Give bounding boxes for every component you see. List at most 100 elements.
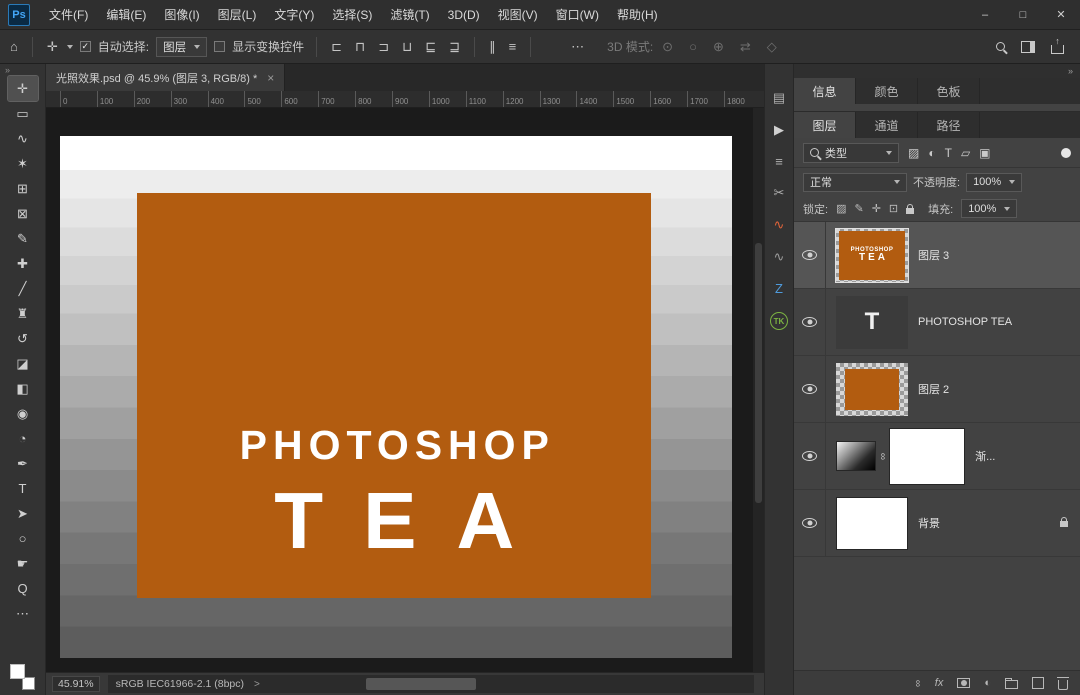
close-button[interactable]: ✕ [1042, 0, 1080, 29]
type-tool[interactable]: T [8, 476, 38, 501]
fill-dropdown[interactable]: 100% [961, 199, 1018, 218]
actions-panel-icon[interactable]: ▶ [774, 122, 784, 138]
layer-row-layer-3[interactable]: PHOTOSHOP TEA 图层 3 [794, 222, 1080, 289]
distribute-horizontal-icon[interactable]: ∥ [487, 39, 498, 55]
maximize-button[interactable]: □ [1004, 0, 1042, 29]
shape-tool[interactable]: ○ [8, 526, 38, 551]
document-canvas[interactable]: PHOTOSHOP TEA [60, 136, 732, 658]
menu-item[interactable]: 图层(L) [209, 0, 266, 29]
chevron-down-icon[interactable] [66, 44, 73, 49]
lock-image-icon[interactable]: ✎ [854, 202, 863, 215]
workspace-switcher-icon[interactable] [1021, 40, 1035, 53]
layer-visibility-toggle[interactable] [794, 289, 826, 355]
share-icon[interactable] [1051, 44, 1064, 54]
tab-swatches[interactable]: 色板 [918, 78, 980, 104]
gradient-tool[interactable]: ◧ [8, 376, 38, 401]
new-adjustment-layer-icon[interactable]: ◐ [984, 677, 991, 689]
auto-select-checkbox[interactable] [79, 41, 91, 52]
align-left-icon[interactable]: ⊏ [329, 39, 344, 55]
menu-item[interactable]: 文字(Y) [265, 0, 323, 29]
path-selection-tool[interactable]: ➤ [8, 501, 38, 526]
menu-item[interactable]: 编辑(E) [97, 0, 155, 29]
eraser-tool[interactable]: ◪ [8, 351, 38, 376]
menu-item[interactable]: 文件(F) [40, 0, 97, 29]
home-icon[interactable]: ⌂ [8, 39, 20, 54]
dodge-tool[interactable]: ◔ [8, 426, 38, 451]
lasso-tool[interactable]: ∿ [8, 126, 38, 151]
plugin-wave-gray-panel-icon[interactable]: ∿ [774, 249, 785, 265]
quick-selection-tool[interactable]: ✶ [8, 151, 38, 176]
blend-mode-dropdown[interactable]: 正常 [803, 172, 907, 192]
minimize-button[interactable]: – [966, 0, 1004, 29]
edit-toolbar-button[interactable]: ⋯ [8, 601, 38, 626]
distribute-vertical-icon[interactable]: ≡ [507, 39, 519, 55]
toolbar-collapse-icon[interactable]: » [0, 65, 15, 76]
crop-tool[interactable]: ⊞ [8, 176, 38, 201]
vertical-scrollbar-thumb[interactable] [755, 243, 762, 503]
tab-color[interactable]: 颜色 [856, 78, 918, 104]
tool-presets-panel-icon[interactable]: ✂ [774, 185, 785, 201]
menu-item[interactable]: 图像(I) [155, 0, 208, 29]
foreground-color-swatch[interactable] [10, 664, 25, 679]
mask-link-icon[interactable]: ∞ [877, 452, 888, 459]
layer-name[interactable]: PHOTOSHOP TEA [918, 316, 1012, 328]
history-brush-tool[interactable]: ↺ [8, 326, 38, 351]
blur-tool[interactable]: ◉ [8, 401, 38, 426]
plugin-z-panel-icon[interactable]: Z [775, 281, 783, 296]
align-right-icon[interactable]: ⊐ [376, 39, 391, 55]
filter-type-layers-icon[interactable]: T [945, 146, 952, 160]
menu-item[interactable]: 窗口(W) [547, 0, 608, 29]
layer-name[interactable]: 图层 2 [918, 381, 949, 397]
menu-item[interactable]: 滤镜(T) [381, 0, 438, 29]
pen-tool[interactable]: ✒ [8, 451, 38, 476]
zoom-level-field[interactable]: 45.91% [52, 676, 100, 692]
align-center-vertical-icon[interactable]: ⊑ [423, 39, 438, 55]
close-tab-icon[interactable]: × [267, 71, 274, 85]
align-center-horizontal-icon[interactable]: ⊓ [353, 39, 367, 55]
clone-stamp-tool[interactable]: ♜ [8, 301, 38, 326]
add-layer-mask-icon[interactable] [957, 678, 971, 688]
layer-visibility-toggle[interactable] [794, 222, 826, 288]
zoom-tool[interactable]: Q [8, 576, 38, 601]
tab-info[interactable]: 信息 [794, 78, 856, 104]
move-tool[interactable]: ✛ [6, 75, 39, 102]
layer-row-layer-2[interactable]: 图层 2 [794, 356, 1080, 423]
filter-toggle-icon[interactable] [1061, 147, 1071, 158]
new-group-icon[interactable] [1005, 678, 1018, 689]
layer-thumbnail[interactable]: PHOTOSHOP TEA [835, 227, 909, 283]
filter-shape-layers-icon[interactable]: ▱ [961, 146, 970, 160]
text-layer-thumbnail[interactable]: T [836, 295, 908, 349]
eyedropper-tool[interactable]: ✎ [8, 226, 38, 251]
link-layers-icon[interactable]: ∞ [912, 679, 923, 686]
document-tab[interactable]: 光照效果.psd @ 45.9% (图层 3, RGB/8) * × [46, 64, 286, 91]
hand-tool[interactable]: ☛ [8, 551, 38, 576]
show-transform-controls-checkbox[interactable] [214, 41, 226, 52]
tab-channels[interactable]: 通道 [856, 112, 918, 138]
properties-panel-icon[interactable]: ≡ [775, 154, 783, 169]
frame-tool[interactable]: ⊠ [8, 201, 38, 226]
menu-item[interactable]: 3D(D) [439, 0, 489, 29]
auto-select-target-dropdown[interactable]: 图层 [156, 36, 208, 57]
horizontal-scrollbar-thumb[interactable] [366, 678, 477, 690]
layer-row-photoshop-tea-text[interactable]: T PHOTOSHOP TEA [794, 289, 1080, 356]
opacity-dropdown[interactable]: 100% [966, 172, 1023, 192]
lock-artboard-icon[interactable]: ⊡ [889, 202, 898, 215]
plugin-tk-panel-icon[interactable]: TK [770, 312, 788, 330]
tab-paths[interactable]: 路径 [918, 112, 980, 138]
plugin-wave-orange-panel-icon[interactable]: ∿ [774, 217, 785, 233]
new-layer-icon[interactable] [1032, 677, 1044, 689]
lock-transparency-icon[interactable]: ▨ [836, 202, 846, 215]
collapse-panels-icon[interactable]: » [1068, 66, 1073, 76]
more-options-button[interactable]: ⋯ [569, 39, 586, 55]
vertical-scrollbar[interactable] [753, 108, 764, 672]
layer-name[interactable]: 图层 3 [918, 247, 949, 263]
libraries-panel-icon[interactable]: ▤ [773, 90, 785, 106]
move-tool-icon[interactable]: ✛ [45, 39, 60, 55]
filter-adjustment-layers-icon[interactable]: ◐ [928, 146, 935, 160]
lock-position-icon[interactable]: ✛ [872, 202, 881, 215]
layer-style-icon[interactable]: fx [935, 677, 944, 689]
delete-layer-icon[interactable] [1057, 676, 1069, 690]
filter-pixel-layers-icon[interactable]: ▨ [908, 146, 919, 160]
canvas-pasteboard[interactable]: PHOTOSHOP TEA [46, 108, 764, 672]
menu-item[interactable]: 视图(V) [489, 0, 547, 29]
